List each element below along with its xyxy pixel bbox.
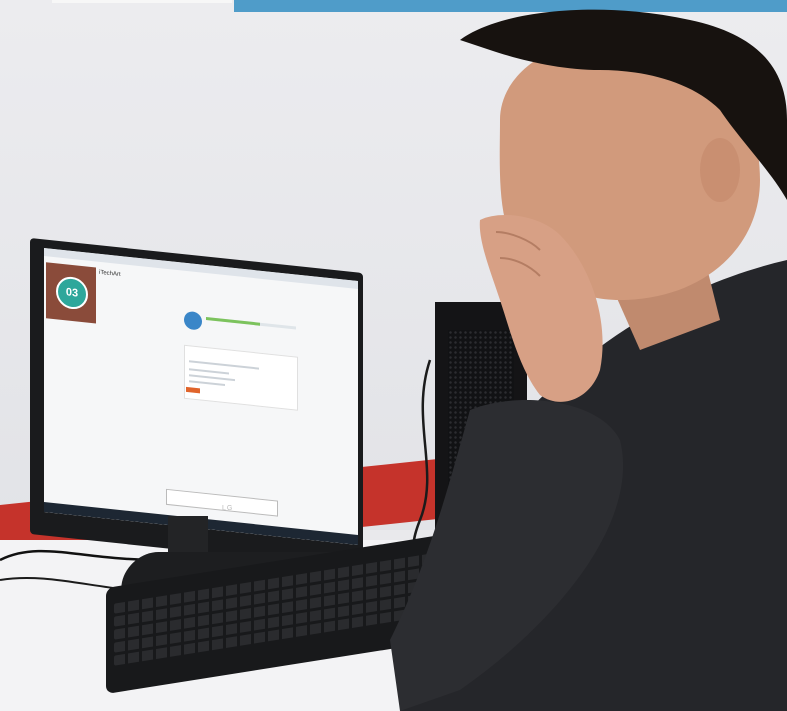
person bbox=[390, 9, 787, 711]
photo-scene: 03 iTechArt LG bbox=[0, 0, 787, 711]
